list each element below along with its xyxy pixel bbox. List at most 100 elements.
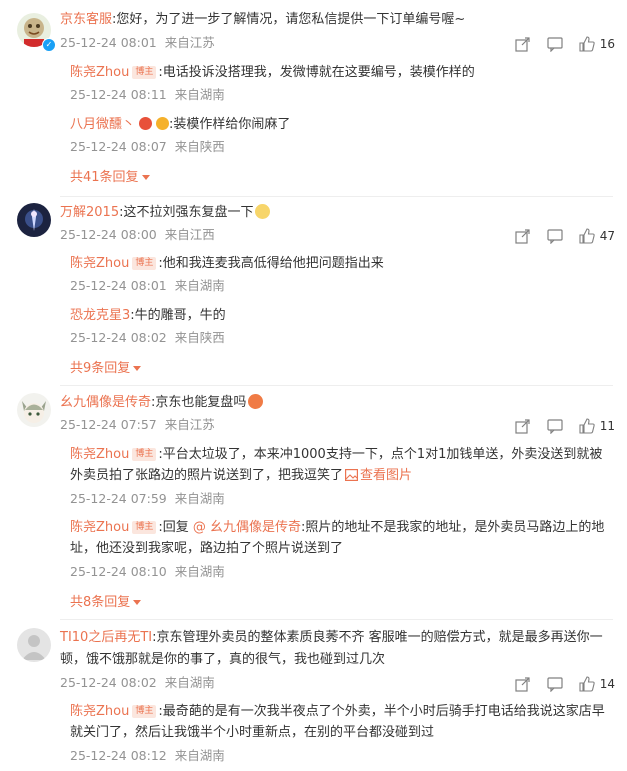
comment-author[interactable]: TI10之后再无TI: [60, 630, 152, 645]
avatar[interactable]: [17, 203, 51, 237]
reply-location: 来自湖南: [174, 87, 225, 102]
comment-text: :京东也能复盘吗: [151, 395, 247, 410]
reply-body: 陈尧Zhou 博主:他和我连麦我高低得给他把问题指出来: [70, 253, 613, 274]
reply-time: 25-12-24 08:02: [70, 330, 167, 345]
comment-time: 25-12-24 08:02: [60, 675, 157, 690]
reply-text: :平台太垃圾了，本来冲1000支持一下，点个1对1加钱单送，外卖没送到就被: [158, 447, 603, 462]
like-icon[interactable]: [578, 417, 596, 435]
reply-body-continued: 址，他还没到我家呢，路边拍了个照片说送到了: [70, 538, 613, 559]
reply-time: 25-12-24 08:12: [70, 748, 167, 763]
like-icon[interactable]: [578, 675, 596, 693]
comment-text: :京东管理外卖员的整体素质良莠不齐 客服唯一的赔偿方式，就是最多再送你一: [152, 630, 603, 645]
like-count: 11: [599, 419, 615, 433]
like-count: 14: [599, 677, 615, 691]
comment-meta: 25-12-24 08:02 来自湖南: [60, 674, 215, 692]
avatar[interactable]: [17, 628, 51, 662]
comment-text: :您好，为了进一步了解情况，请您私信提供一下订单编号喔~: [112, 12, 466, 27]
comment-body: 京东客服:您好，为了进一步了解情况，请您私信提供一下订单编号喔~: [60, 9, 613, 30]
comment-body-continued: 顿，饿不饿那就是你的事了，真的很气，我也碰到过几次: [60, 649, 613, 670]
author-badge: 博主: [132, 66, 157, 79]
comment-actions: 16: [500, 35, 615, 53]
reply-meta: 25-12-24 08:10 来自湖南: [70, 563, 225, 581]
reply-text: :他和我连麦我高低得给他把问题指出来: [158, 256, 384, 271]
reply-author[interactable]: 陈尧Zhou: [70, 65, 129, 80]
author-badge: 博主: [132, 257, 157, 270]
comment-icon[interactable]: [546, 417, 564, 435]
reply-meta: 25-12-24 07:59 来自湖南: [70, 490, 225, 508]
comment-body: TI10之后再无TI:京东管理外卖员的整体素质良莠不齐 客服唯一的赔偿方式，就是…: [60, 627, 613, 648]
reply-author[interactable]: 八月微醺丶: [70, 117, 135, 132]
reply-text: :牛的雕哥，牛的: [130, 308, 226, 323]
author-badge: 博主: [132, 705, 157, 718]
reply-meta: 25-12-24 08:01 来自湖南: [70, 277, 225, 295]
comment-meta: 25-12-24 08:01 来自江苏: [60, 34, 215, 52]
reply-author[interactable]: 陈尧Zhou: [70, 704, 129, 719]
medal-icon: [139, 117, 153, 130]
reply-time: 25-12-24 07:59: [70, 491, 167, 506]
reply-body-continued: 外卖员拍了张路边的照片说送到了，把我逗笑了 查看图片: [70, 465, 613, 486]
comment-text: 顿，饿不饿那就是你的事了，真的很气，我也碰到过几次: [60, 652, 386, 667]
reply-body: 陈尧Zhou 博主:最奇葩的是有一次我半夜点了个外卖，半个小时后骑手打电话给我说这…: [70, 701, 613, 722]
divider: [60, 196, 613, 197]
reply-text: :照片的地址不是我家的地址，是外卖员马路边上的地: [301, 520, 605, 535]
comment-body: 万解2015:这不拉刘强东复盘一下: [60, 202, 613, 223]
reply-author[interactable]: 恐龙克星3: [70, 308, 130, 323]
more-replies-link[interactable]: 共9条回复: [70, 357, 142, 376]
mention-link[interactable]: @ 幺九偶像是传奇: [193, 520, 301, 535]
comment-meta: 25-12-24 07:57 来自江苏: [60, 416, 215, 434]
reply-location: 来自湖南: [174, 748, 225, 763]
reply-text: 就关门了，然后让我饿半个小时重新点，在别的平台都没碰到过: [70, 725, 435, 740]
like-icon[interactable]: [578, 227, 596, 245]
reply-body: 陈尧Zhou 博主:电话投诉没搭理我，发微博就在这要编号，装模作样的: [70, 62, 613, 83]
comment-icon[interactable]: [546, 675, 564, 693]
reply-time: 25-12-24 08:01: [70, 278, 167, 293]
comment-author[interactable]: 幺九偶像是传奇: [60, 395, 151, 410]
view-image-link[interactable]: 查看图片: [343, 468, 412, 483]
share-icon[interactable]: [514, 675, 532, 693]
like-icon[interactable]: [578, 35, 596, 53]
comment-author[interactable]: 万解2015: [60, 205, 119, 220]
chevron-down-icon: [133, 366, 142, 371]
reply-body: 恐龙克星3:牛的雕哥，牛的: [70, 305, 613, 326]
reply-text: :电话投诉没搭理我，发微博就在这要编号，装模作样的: [158, 65, 475, 80]
divider: [60, 619, 613, 620]
more-replies-link[interactable]: 共8条回复: [70, 591, 142, 610]
reply-body: 八月微醺丶 :装模作样给你闹麻了: [70, 114, 613, 135]
author-badge: 博主: [132, 521, 157, 534]
share-icon[interactable]: [514, 417, 532, 435]
emoji-icon: [248, 394, 264, 409]
comment-location: 来自湖南: [164, 675, 215, 690]
comment-location: 来自江苏: [164, 417, 215, 432]
divider: [60, 385, 613, 386]
avatar[interactable]: [17, 393, 51, 427]
reply-meta: 25-12-24 08:02 来自陕西: [70, 329, 225, 347]
reply-prefix: :回复: [158, 520, 189, 535]
emoji-icon: [255, 204, 271, 219]
reply-text: :装模作样给你闹麻了: [169, 117, 291, 132]
comment-icon[interactable]: [546, 35, 564, 53]
comment-icon[interactable]: [546, 227, 564, 245]
reply-meta: 25-12-24 08:12 来自湖南: [70, 747, 225, 765]
reply-location: 来自湖南: [174, 564, 225, 579]
share-icon[interactable]: [514, 227, 532, 245]
comment-time: 25-12-24 08:01: [60, 35, 157, 50]
comment-actions: 11: [500, 417, 615, 435]
comment-text: :这不拉刘强东复盘一下: [119, 205, 254, 220]
crown-icon: [156, 117, 170, 130]
reply-location: 来自陕西: [174, 330, 225, 345]
reply-author[interactable]: 陈尧Zhou: [70, 520, 129, 535]
comment-time: 25-12-24 07:57: [60, 417, 157, 432]
comment-author[interactable]: 京东客服: [60, 12, 112, 27]
share-icon[interactable]: [514, 35, 532, 53]
like-count: 16: [599, 37, 615, 51]
reply-body: 陈尧Zhou 博主:回复 @ 幺九偶像是传奇:照片的地址不是我家的地址，是外卖员马…: [70, 517, 613, 538]
reply-author[interactable]: 陈尧Zhou: [70, 447, 129, 462]
author-badge: 博主: [132, 448, 157, 461]
more-replies-link[interactable]: 共41条回复: [70, 166, 150, 185]
reply-meta: 25-12-24 08:11 来自湖南: [70, 86, 225, 104]
reply-author[interactable]: 陈尧Zhou: [70, 256, 129, 271]
reply-time: 25-12-24 08:11: [70, 87, 167, 102]
reply-time: 25-12-24 08:07: [70, 139, 167, 154]
reply-location: 来自湖南: [174, 491, 225, 506]
reply-text: :最奇葩的是有一次我半夜点了个外卖，半个小时后骑手打电话给我说这家店早: [158, 704, 605, 719]
